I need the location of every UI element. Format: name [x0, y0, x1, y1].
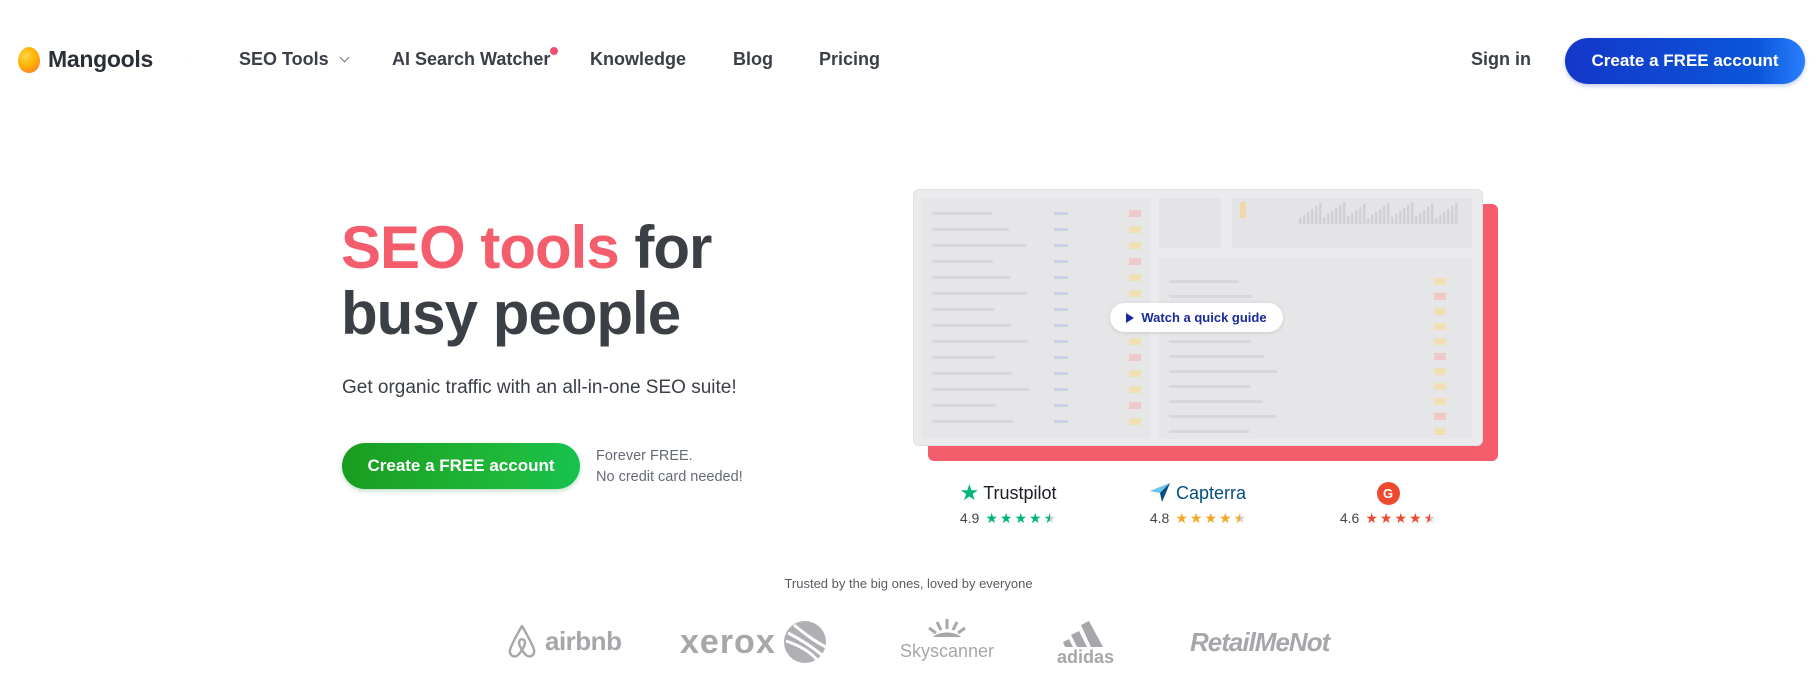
skyscanner-wordmark: Skyscanner	[900, 641, 995, 661]
rating-star-icon: ★	[1204, 510, 1218, 526]
airbnb-icon	[508, 624, 536, 658]
capterra-brand: Capterra	[1133, 480, 1263, 506]
rating-star-icon: ★	[1409, 510, 1422, 526]
brand-name: Mangools	[48, 46, 153, 72]
create-account-button-header[interactable]: Create a FREE account	[1565, 38, 1805, 84]
rating-stars: ★ ★ ★ ★ ★	[1365, 511, 1436, 525]
xerox-wordmark: xerox	[680, 622, 776, 661]
retailmenot-logo: RetailMeNot	[1190, 627, 1330, 658]
rating-star-icon: ★	[1029, 510, 1042, 526]
skyscanner-logo: Skyscanner	[900, 617, 994, 662]
rating-star-icon: ★	[1379, 510, 1393, 526]
watch-guide-button[interactable]: Watch a quick guide	[1110, 303, 1283, 332]
hero-title-line2: busy people	[341, 280, 681, 347]
rating-star-icon: ★	[1175, 510, 1188, 526]
trustpilot-name: Trustpilot	[983, 482, 1057, 503]
nav-item-knowledge[interactable]: Knowledge	[590, 49, 686, 70]
airbnb-logo: airbnb	[505, 623, 622, 659]
xerox-logo: xerox	[680, 619, 828, 665]
brand-logo[interactable]: Mangools	[18, 46, 153, 73]
rating-row: 4.6 ★ ★ ★ ★ ★	[1323, 510, 1453, 526]
airbnb-wordmark: airbnb	[545, 625, 622, 656]
rating-g2[interactable]: G 4.6 ★ ★ ★ ★ ★	[1323, 480, 1453, 526]
adidas-stripes-icon	[1062, 621, 1103, 647]
rating-star-icon: ★	[1014, 510, 1028, 526]
hero-title: SEO tools for busy people	[341, 214, 712, 347]
rating-star-icon: ★	[1394, 510, 1408, 526]
nav-item-label: SEO Tools	[239, 49, 329, 69]
rating-star-icon: ★	[985, 510, 998, 526]
new-badge-dot	[550, 47, 559, 55]
nav-item-seo-tools[interactable]: SEO Tools	[239, 49, 350, 70]
trustpilot-brand: ★ Trustpilot	[943, 480, 1073, 506]
rating-star-icon: ★	[1233, 510, 1247, 526]
cta-note: Forever FREE. No credit card needed!	[596, 446, 743, 488]
rating-score: 4.9	[959, 510, 980, 526]
capterra-arrow-icon	[1149, 483, 1170, 502]
trustpilot-star-icon: ★	[959, 480, 980, 505]
rating-star-icon: ★	[1423, 510, 1437, 526]
nav-item-label: Blog	[733, 49, 773, 69]
nav-item-ai-search-watcher[interactable]: AI Search Watcher	[392, 47, 559, 70]
nav-item-label: Pricing	[819, 49, 881, 69]
rating-row: 4.9 ★ ★ ★ ★ ★	[943, 510, 1073, 526]
mango-icon	[18, 46, 40, 73]
nav-item-blog[interactable]: Blog	[733, 49, 773, 70]
rating-trustpilot[interactable]: ★ Trustpilot 4.9 ★ ★ ★ ★ ★	[943, 480, 1073, 527]
rating-stars: ★ ★ ★ ★ ★	[985, 511, 1056, 525]
hero-title-accent: SEO tools	[341, 214, 620, 281]
create-account-button-hero[interactable]: Create a FREE account	[342, 443, 580, 489]
adidas-logo: adidas	[1057, 617, 1114, 668]
watch-guide-label: Watch a quick guide	[1141, 310, 1267, 325]
rating-score: 4.8	[1149, 510, 1170, 526]
skyscanner-sun-icon	[928, 619, 966, 637]
cta-note-line1: Forever FREE.	[596, 448, 693, 464]
cta-note-line2: No credit card needed!	[596, 469, 743, 485]
g2-logo-icon: G	[1376, 481, 1400, 505]
customer-logos: airbnb xerox Skyscanner adidas RetailMeN…	[0, 615, 1817, 675]
nav-item-label-wrap: AI Search Watcher	[392, 47, 559, 70]
rating-star-icon: ★	[1365, 510, 1378, 526]
adidas-wordmark: adidas	[1057, 647, 1115, 667]
rating-stars: ★ ★ ★ ★ ★	[1175, 511, 1246, 525]
sign-in-link[interactable]: Sign in	[1471, 49, 1531, 70]
play-icon	[1126, 312, 1135, 323]
capterra-name: Capterra	[1175, 482, 1247, 503]
hero-title-rest: for	[618, 214, 712, 281]
rating-score: 4.6	[1339, 510, 1360, 526]
nav-item-pricing[interactable]: Pricing	[819, 49, 880, 70]
nav-separator-icon	[188, 59, 190, 67]
rating-star-icon: ★	[1189, 510, 1203, 526]
rating-star-icon: ★	[999, 510, 1013, 526]
xerox-sphere-icon	[783, 621, 827, 663]
rating-row: 4.8 ★ ★ ★ ★ ★	[1133, 510, 1263, 526]
retailmenot-wordmark: RetailMeNot	[1190, 627, 1330, 657]
nav-item-label: AI Search Watcher	[392, 49, 551, 69]
chevron-down-icon	[339, 52, 350, 63]
top-navigation: Mangools SEO Tools AI Search Watcher Kno…	[0, 0, 1817, 120]
trusted-by-text: Trusted by the big ones, loved by everyo…	[784, 576, 1033, 591]
g2-brand: G	[1323, 480, 1453, 506]
hero-subtitle: Get organic traffic with an all-in-one S…	[342, 377, 737, 398]
rating-capterra[interactable]: Capterra 4.8 ★ ★ ★ ★ ★	[1133, 480, 1263, 527]
rating-star-icon: ★	[1043, 510, 1057, 526]
rating-star-icon: ★	[1219, 510, 1232, 526]
nav-item-label: Knowledge	[590, 49, 687, 69]
